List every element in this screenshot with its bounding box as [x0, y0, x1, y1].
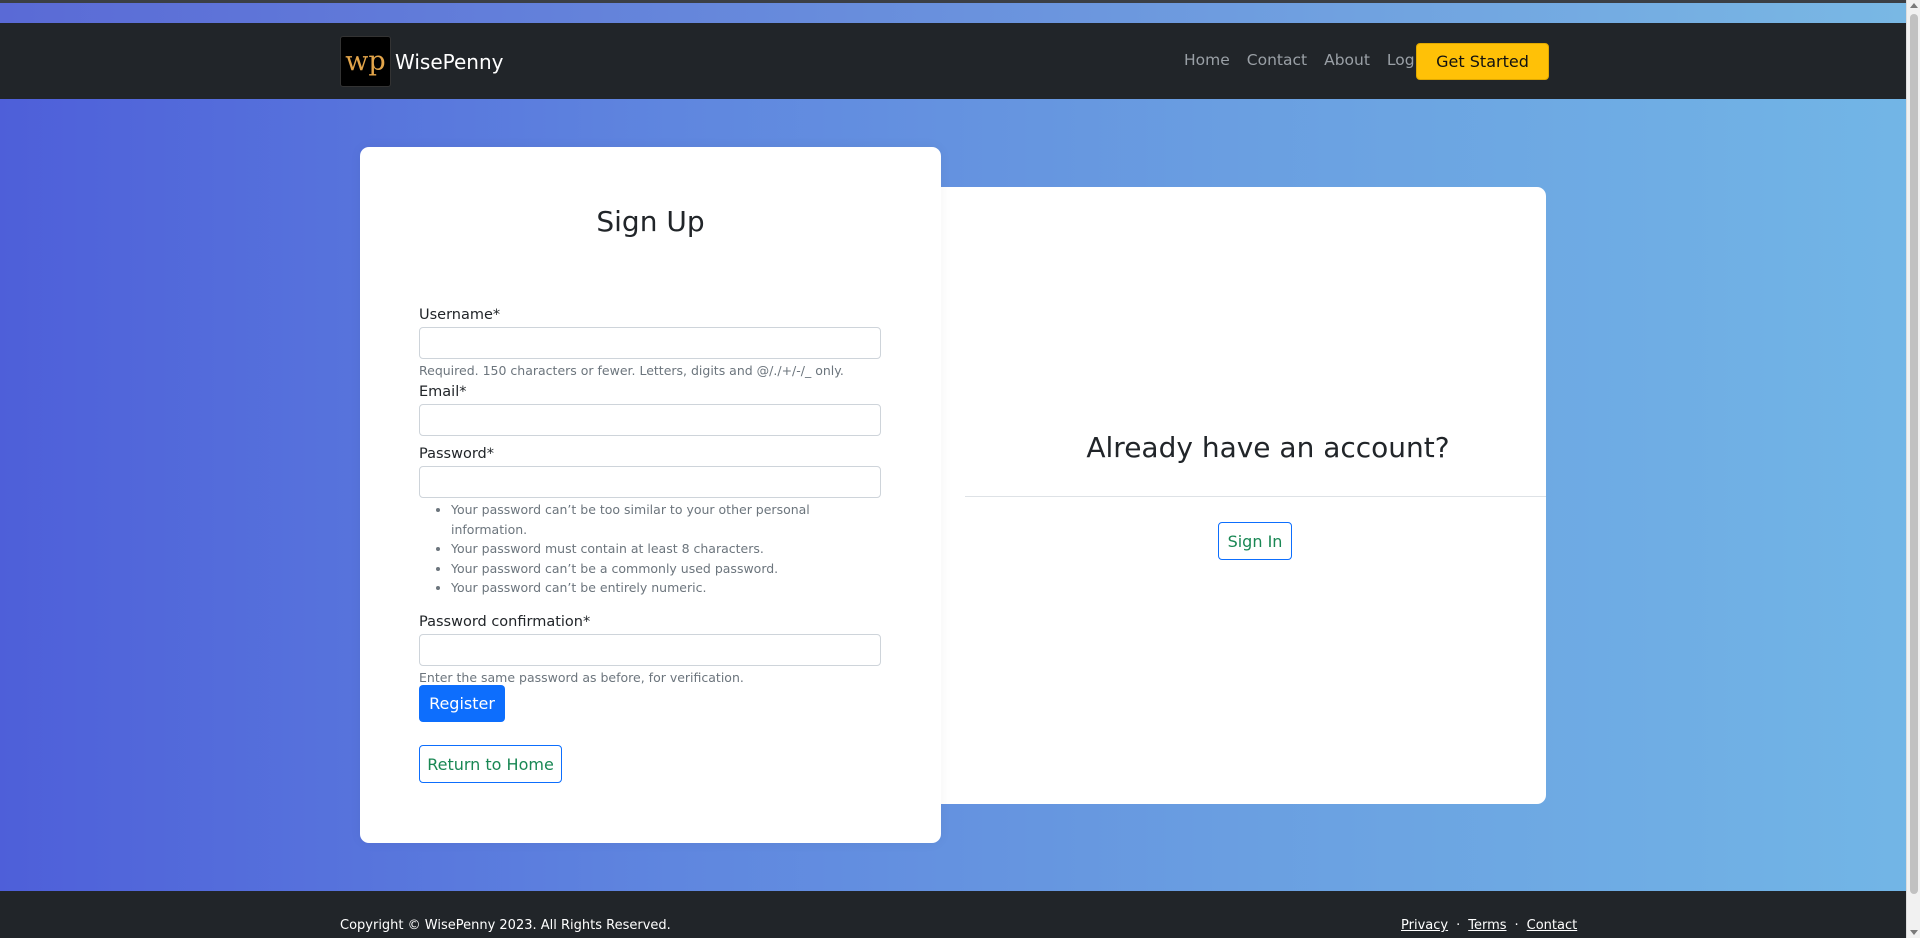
footer-copyright: Copyright © WisePenny 2023. All Rights R…	[340, 918, 671, 933]
page-scrollbar[interactable]	[1906, 0, 1920, 938]
nav-link-home[interactable]: Home	[1184, 51, 1230, 69]
password-rule: Your password must contain at least 8 ch…	[451, 539, 881, 559]
brand-logo[interactable]: wp	[340, 36, 391, 87]
footer-separator: ·	[1514, 918, 1519, 933]
scroll-down-icon[interactable]	[1910, 930, 1918, 935]
username-help: Required. 150 characters or fewer. Lette…	[419, 363, 844, 378]
top-gradient-strip	[0, 0, 1906, 23]
username-label: Username*	[419, 307, 501, 323]
brand[interactable]: wp WisePenny	[340, 36, 503, 87]
footer-link-contact[interactable]: Contact	[1527, 918, 1578, 933]
email-label: Email*	[419, 384, 467, 400]
password-input[interactable]	[419, 466, 881, 498]
signin-card: Already have an account? Sign In	[920, 187, 1546, 804]
footer-link-privacy[interactable]: Privacy	[1401, 918, 1448, 933]
signin-heading: Already have an account?	[1086, 431, 1450, 464]
password-label: Password*	[419, 446, 494, 462]
password-rule: Your password can’t be entirely numeric.	[451, 578, 881, 598]
register-button[interactable]: Register	[419, 685, 505, 722]
password-confirm-label: Password confirmation*	[419, 613, 591, 630]
password-confirm-input[interactable]	[419, 633, 881, 666]
signin-divider	[965, 496, 1546, 497]
nav-link-about[interactable]: About	[1324, 51, 1370, 69]
signup-title: Sign Up	[596, 205, 705, 238]
scroll-up-icon[interactable]	[1910, 3, 1918, 8]
password-rule: Your password can’t be too similar to yo…	[451, 500, 881, 539]
scrollbar-thumb[interactable]	[1910, 14, 1918, 894]
get-started-button[interactable]: Get Started	[1416, 43, 1549, 80]
return-home-button[interactable]: Return to Home	[419, 745, 562, 783]
footer-links: Privacy · Terms · Contact	[1401, 918, 1577, 933]
nav-link-contact[interactable]: Contact	[1247, 51, 1307, 69]
password-confirm-help: Enter the same password as before, for v…	[419, 669, 744, 685]
password-rule: Your password can’t be a commonly used p…	[451, 559, 881, 579]
signup-card: Sign Up Username* Required. 150 characte…	[360, 147, 941, 843]
password-rules: Your password can’t be too similar to yo…	[419, 500, 881, 598]
email-input[interactable]	[419, 404, 881, 436]
footer-separator: ·	[1456, 918, 1461, 933]
nav-links: Home Contact About Login	[1184, 51, 1446, 69]
navbar: wp WisePenny Home Contact About Login Ge…	[0, 23, 1906, 99]
username-input[interactable]	[419, 327, 881, 359]
sign-in-button[interactable]: Sign In	[1218, 522, 1292, 560]
brand-name[interactable]: WisePenny	[395, 50, 503, 74]
footer-link-terms[interactable]: Terms	[1468, 918, 1506, 933]
footer: Copyright © WisePenny 2023. All Rights R…	[0, 891, 1906, 938]
signup-form: Username* Required. 150 characters or fe…	[419, 305, 881, 686]
